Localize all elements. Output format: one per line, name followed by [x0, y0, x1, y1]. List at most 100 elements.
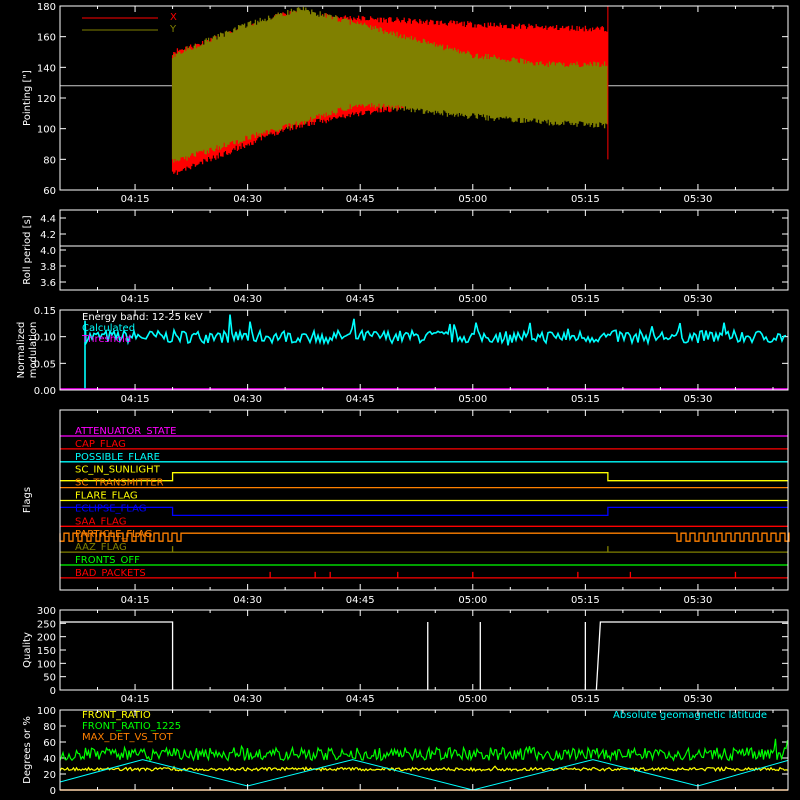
x-tick-label: 04:45	[346, 294, 375, 305]
x-tick-label: 04:45	[346, 394, 375, 405]
flag-row-cap-flag: CAP_FLAG	[60, 439, 788, 450]
y-tick-label: 80	[43, 722, 56, 733]
y-tick-label: 0.15	[34, 306, 56, 317]
panel-4-y-axis: 0 50 100 150 200 250 300	[37, 606, 788, 697]
y-tick-label: 160	[37, 33, 56, 44]
y-tick-label: 250	[37, 619, 56, 630]
x-tick-label: 05:00	[458, 595, 487, 606]
chart-canvas: 60 80 100 120 140 160 180 XY 04:15 04:30 04:45 05:0…	[16, 2, 790, 797]
x-tick-label: 05:30	[684, 394, 713, 405]
flag-row-possible-flare: POSSIBLE_FLARE	[60, 452, 788, 463]
y-label-text: Normalized	[16, 322, 27, 379]
y-tick-label: 4.2	[40, 230, 56, 241]
degrees-legend-max-det-vs-tot: MAX_DET_VS_TOT	[82, 732, 174, 743]
flag-row-sc-transmitter: SC_TRANSMITTER	[60, 478, 788, 489]
y-label-text: modulation	[28, 322, 39, 379]
x-tick-label: 04:45	[346, 194, 375, 205]
x-tick-label: 05:15	[571, 294, 600, 305]
legend-label-y: Y	[169, 24, 177, 35]
y-label-text: Quality	[22, 632, 33, 668]
flag-trace	[60, 571, 788, 579]
panel-1-y-axis: 3.6 3.8 4.0 4.2 4.4	[40, 214, 788, 289]
flag-row-attenuator-state: ATTENUATOR_STATE	[60, 426, 788, 437]
y-tick-label: 120	[37, 94, 56, 105]
panel-4-y-label: Quality	[22, 632, 33, 668]
flag-label: ECLIPSE_FLAG	[75, 503, 146, 514]
y-tick-label: 150	[37, 646, 56, 657]
degrees-legend-front-ratio-1225: FRONT_RATIO_1225	[82, 721, 181, 732]
y-tick-label: 100	[37, 659, 56, 670]
x-tick-label: 05:30	[684, 294, 713, 305]
x-tick-label: 04:30	[233, 194, 262, 205]
modulation-legend-calculated: Calculated	[82, 323, 135, 334]
modulation-legend-threshold: Threshold	[81, 334, 131, 345]
panel-1-x-axis: 04:15 04:30 04:45 05:00 05:15 05:30	[59, 210, 774, 305]
y-tick-label: 80	[43, 155, 56, 166]
y-tick-label: 180	[37, 2, 56, 13]
flag-label: SC_IN_SUNLIGHT	[75, 465, 161, 476]
y-tick-label: 50	[43, 673, 56, 684]
panel-1-frame	[59, 209, 789, 291]
panel-4-x-axis: 04:15 04:30 04:45 05:00 05:15 05:30	[59, 610, 774, 705]
y-tick-label: 300	[37, 606, 56, 617]
y-tick-label: 0	[50, 786, 56, 797]
x-tick-label: 04:15	[121, 694, 150, 705]
y-label-text: Degrees or %	[22, 716, 33, 784]
x-tick-label: 05:00	[458, 194, 487, 205]
x-tick-label: 05:00	[458, 294, 487, 305]
panel-2-x-axis: 04:15 04:30 04:45 05:00 05:15 05:30	[59, 310, 774, 405]
y-tick-label: 60	[43, 738, 56, 749]
y-tick-label: 4.0	[40, 246, 56, 257]
x-tick-label: 04:30	[233, 394, 262, 405]
y-tick-label: 20	[43, 770, 56, 781]
x-tick-label: 05:30	[684, 194, 713, 205]
x-tick-label: 04:45	[346, 595, 375, 606]
modulation-calculated-series	[84, 314, 787, 390]
y-label-text: Flags	[22, 487, 33, 513]
y-tick-label: 0.00	[34, 386, 56, 397]
panel-3-y-label: Flags	[22, 487, 33, 513]
y-tick-label: 140	[37, 63, 56, 74]
y-tick-label: 100	[37, 706, 56, 717]
y-label-text: Pointing ["]	[22, 70, 33, 126]
flag-row-eclipse-flag: ECLIPSE_FLAG	[60, 503, 788, 517]
x-tick-label: 05:30	[684, 694, 713, 705]
x-tick-label: 04:45	[346, 694, 375, 705]
x-tick-label: 05:00	[458, 394, 487, 405]
x-tick-label: 04:15	[121, 595, 150, 606]
flag-row-particle-flag: PARTICLE_FLAG	[59, 529, 790, 542]
x-tick-label: 04:15	[121, 194, 150, 205]
y-tick-label: 0	[50, 686, 56, 697]
x-tick-label: 05:30	[684, 595, 713, 606]
flag-row-sc-in-sunlight: SC_IN_SUNLIGHT	[60, 465, 788, 482]
y-tick-label: 100	[37, 125, 56, 136]
panel-5-y-label: Degrees or %	[22, 716, 33, 784]
x-tick-label: 04:30	[233, 595, 262, 606]
y-tick-label: 4.4	[40, 214, 56, 225]
front-ratio-series	[59, 765, 788, 773]
x-tick-label: 04:15	[121, 294, 150, 305]
modulation-energy-band: Energy band: 12-25 keV	[82, 312, 203, 323]
quality-series	[60, 621, 788, 691]
x-tick-label: 04:15	[121, 394, 150, 405]
y-label-text: Roll period [s]	[22, 215, 33, 284]
legend-label-x: X	[170, 12, 177, 23]
x-tick-label: 05:15	[571, 595, 600, 606]
x-tick-label: 05:00	[458, 694, 487, 705]
x-tick-label: 05:15	[571, 194, 600, 205]
flag-row-saa-flag: SAA_FLAG	[60, 516, 788, 527]
geomagnetic-latitude-series	[59, 759, 789, 791]
flag-row-aaz-flag: AAZ_FLAG	[60, 542, 788, 553]
x-tick-label: 04:30	[233, 694, 262, 705]
flag-trace	[60, 472, 788, 482]
y-tick-label: 3.6	[40, 278, 56, 289]
flag-trace	[59, 532, 790, 542]
panel-1-y-label: Roll period [s]	[22, 215, 33, 284]
flag-trace	[60, 546, 788, 553]
y-tick-label: 40	[43, 754, 56, 765]
degrees-legend-front-ratio: FRONT_RATIO	[82, 710, 151, 721]
flag-row-fronts-off: FRONTS_OFF	[60, 555, 788, 566]
flag-row-bad-packets: BAD_PACKETS	[60, 568, 788, 579]
geomagnetic-latitude-label: Absolute geomagnetic latitude	[613, 710, 767, 721]
flag-row-flare-flag: FLARE_FLAG	[60, 491, 788, 502]
